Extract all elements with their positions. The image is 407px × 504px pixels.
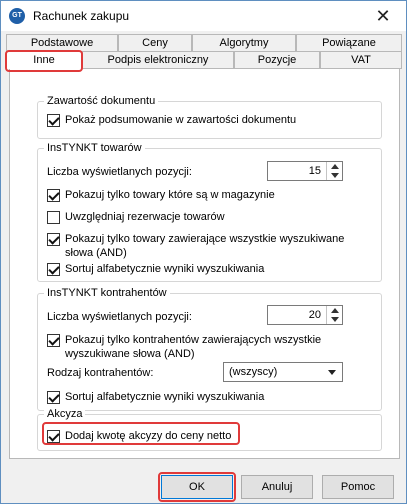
option-wszystkie-slowa-kontrahenci[interactable]: Pokazuj tylko kontrahentów zawierających… (47, 333, 367, 361)
checkbox[interactable] (47, 263, 60, 276)
option-sortuj-kontrahenci[interactable]: Sortuj alfabetycznie wyniki wyszukiwania (47, 390, 264, 404)
spin-up-icon[interactable] (331, 308, 339, 313)
dialog-window: GT Rachunek zakupu ✕ Podstawowe Ceny Alg… (0, 0, 407, 504)
option-rezerwacje[interactable]: Uwzględniaj rezerwacje towarów (47, 210, 225, 224)
group-instynkt-towarow: InsTYNKT towarów Liczba wyświetlanych po… (37, 141, 382, 282)
app-icon-text: GT (12, 12, 22, 19)
checkbox-label: Sortuj alfabetycznie wyniki wyszukiwania (65, 263, 265, 275)
ok-highlight (158, 472, 236, 502)
spin-buttons[interactable] (326, 162, 342, 180)
title-bar: GT Rachunek zakupu ✕ (1, 1, 406, 31)
option-wszystkie-slowa[interactable]: Pokazuj tylko towary zawierające wszystk… (47, 232, 367, 260)
count-label: Liczba wyświetlanych pozycji: (47, 311, 192, 323)
count-spinner[interactable]: 15 (267, 161, 343, 181)
checkbox[interactable] (47, 391, 60, 404)
close-icon[interactable]: ✕ (366, 3, 400, 29)
tab-podpis-elektroniczny[interactable]: Podpis elektroniczny (82, 51, 234, 69)
option-pokaz-podsumowanie[interactable]: Pokaż podsumowanie w zawartości dokument… (47, 113, 296, 127)
chevron-down-icon[interactable] (328, 370, 336, 375)
tab-inne-highlight (5, 50, 83, 72)
akcyza-highlight (42, 422, 240, 445)
tab-panel: Zawartość dokumentu Pokaż podsumowanie w… (9, 68, 400, 459)
count-value: 20 (308, 309, 321, 321)
spin-buttons[interactable] (326, 306, 342, 324)
tab-pozycje[interactable]: Pozycje (234, 51, 320, 69)
checkbox[interactable] (47, 114, 60, 127)
group-instynkt-kontrahentow: InsTYNKT kontrahentów Liczba wyświetlany… (37, 286, 382, 411)
checkbox[interactable] (47, 233, 60, 246)
rodzaj-value: (wszyscy) (229, 366, 278, 378)
checkbox[interactable] (47, 334, 60, 347)
tab-vat[interactable]: VAT (320, 51, 402, 69)
help-button[interactable]: Pomoc (322, 475, 394, 499)
checkbox[interactable] (47, 211, 60, 224)
tab-ceny[interactable]: Ceny (118, 34, 192, 52)
option-sortuj[interactable]: Sortuj alfabetycznie wyniki wyszukiwania (47, 262, 264, 276)
checkbox-label: Sortuj alfabetycznie wyniki wyszukiwania (65, 391, 265, 403)
cancel-button[interactable]: Anuluj (241, 475, 313, 499)
count-label: Liczba wyświetlanych pozycji: (47, 166, 192, 178)
count-spinner[interactable]: 20 (267, 305, 343, 325)
checkbox-label: Uwzględniaj rezerwacje towarów (65, 211, 225, 223)
group-title: Akcyza (44, 407, 86, 421)
tab-powiazane[interactable]: Powiązane (296, 34, 402, 52)
checkbox-label: Pokazuj tylko kontrahentów zawierających… (65, 334, 322, 360)
count-value: 15 (308, 165, 321, 177)
group-title: InsTYNKT towarów (44, 141, 145, 155)
rodzaj-select[interactable]: (wszyscy) (223, 362, 343, 382)
checkbox[interactable] (47, 189, 60, 202)
spin-down-icon[interactable] (331, 173, 339, 178)
app-icon: GT (9, 8, 25, 24)
spin-down-icon[interactable] (331, 317, 339, 322)
spin-up-icon[interactable] (331, 164, 339, 169)
checkbox-label: Pokazuj tylko towary które są w magazyni… (65, 189, 275, 201)
group-title: Zawartość dokumentu (44, 94, 159, 108)
group-zawartosc-dokumentu: Zawartość dokumentu Pokaż podsumowanie w… (37, 94, 382, 139)
window-title: Rachunek zakupu (33, 9, 130, 23)
checkbox-label: Pokaż podsumowanie w zawartości dokument… (65, 114, 297, 126)
rodzaj-label: Rodzaj kontrahentów: (47, 367, 154, 379)
group-title: InsTYNKT kontrahentów (44, 286, 170, 300)
checkbox-label: Pokazuj tylko towary zawierające wszystk… (65, 233, 345, 259)
option-tylko-w-magazynie[interactable]: Pokazuj tylko towary które są w magazyni… (47, 188, 275, 202)
tab-algorytmy[interactable]: Algorytmy (192, 34, 296, 52)
